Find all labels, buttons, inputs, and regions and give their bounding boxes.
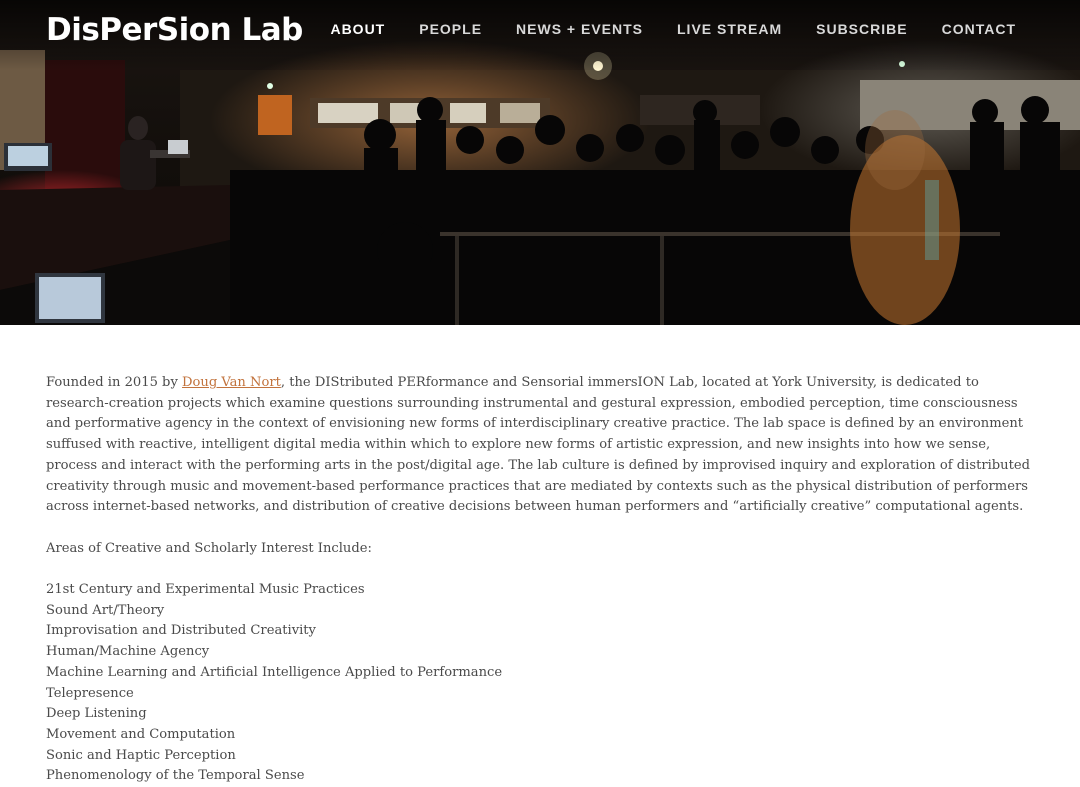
list-item: Sound Art/Theory <box>46 602 165 618</box>
areas-list: 21st Century and Experimental Music Prac… <box>46 580 1031 787</box>
site-logo-title[interactable]: DisPerSion Lab <box>46 10 303 50</box>
intro-paragraph: Founded in 2015 by Doug Van Nort, the DI… <box>46 373 1031 518</box>
list-item: Phenomenology of the Temporal Sense <box>46 768 305 784</box>
intro-lead: Founded in 2015 by <box>46 375 183 390</box>
main-nav: ABOUT PEOPLE NEWS + EVENTS LIVE STREAM S… <box>296 18 1016 40</box>
list-item: Improvisation and Distributed Creativity <box>46 623 316 639</box>
nav-people[interactable]: PEOPLE <box>419 18 482 40</box>
list-item: Human/Machine Agency <box>46 644 210 660</box>
list-item: 21st Century and Experimental Music Prac… <box>46 582 365 597</box>
hero-banner: DisPerSion Lab ABOUT PEOPLE NEWS + EVENT… <box>0 0 1080 325</box>
areas-heading: Areas of Creative and Scholarly Interest… <box>46 540 372 556</box>
nav-live-stream[interactable]: LIVE STREAM <box>677 18 782 40</box>
intro-body: , the DIStributed PERformance and Sensor… <box>46 375 1030 515</box>
list-item: Movement and Computation <box>46 726 236 742</box>
about-content: Founded in 2015 by Doug Van Nort, the DI… <box>46 373 1031 787</box>
list-item: Sonic and Haptic Perception <box>46 747 236 763</box>
founder-link[interactable]: Doug Van Nort <box>182 375 281 390</box>
nav-contact[interactable]: CONTACT <box>942 18 1016 40</box>
nav-subscribe[interactable]: SUBSCRIBE <box>816 18 907 40</box>
list-item: Deep Listening <box>46 706 147 722</box>
nav-news-events[interactable]: NEWS + EVENTS <box>516 18 643 40</box>
list-item: Machine Learning and Artificial Intellig… <box>46 664 503 680</box>
list-item: Telepresence <box>46 685 134 701</box>
nav-about[interactable]: ABOUT <box>330 18 385 40</box>
